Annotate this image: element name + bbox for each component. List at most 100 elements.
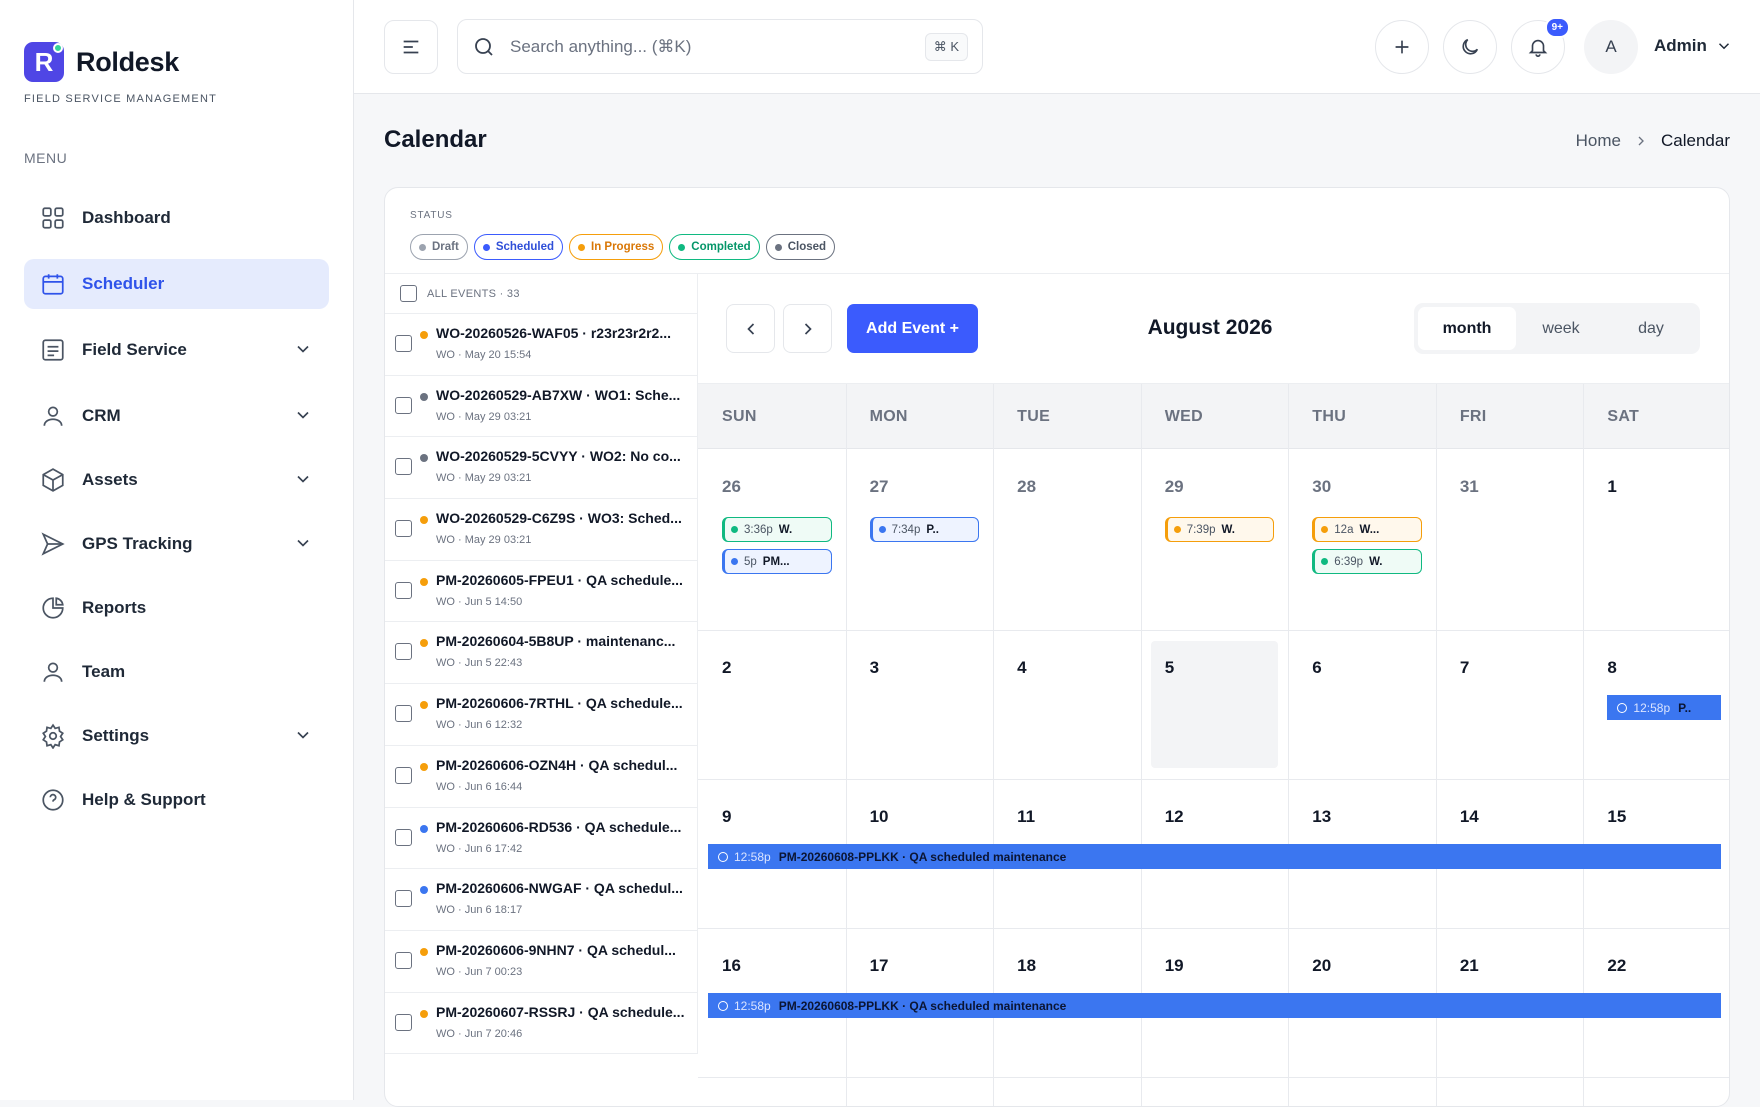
theme-toggle-button[interactable] (1443, 20, 1497, 74)
calendar-event-bar[interactable]: 12:58p PM-20260608-PPLKK · QA scheduled m… (708, 844, 1721, 869)
chevron-down-icon[interactable] (293, 533, 313, 553)
chevron-down-icon[interactable] (293, 469, 313, 489)
day-number[interactable]: 6 (1312, 658, 1321, 678)
breadcrumb-home[interactable]: Home (1576, 131, 1621, 151)
status-chip-in-progress[interactable]: In Progress (569, 234, 664, 260)
sidebar-item-gps-tracking[interactable]: GPS Tracking (24, 519, 329, 569)
calendar-event-bar[interactable]: 12:58p PM-20260608-PPLKK · QA scheduled m… (708, 993, 1721, 1018)
app-logo[interactable]: R Roldesk (24, 42, 179, 82)
day-number[interactable]: 4 (1017, 658, 1026, 678)
day-number[interactable]: 15 (1607, 807, 1626, 827)
chevron-down-icon (1718, 43, 1729, 50)
add-button[interactable] (1375, 20, 1429, 74)
event-list-item[interactable]: PM-20260606-NWGAF · QA schedul... WO · Ju… (385, 869, 697, 931)
day-number[interactable]: 9 (722, 807, 731, 827)
day-number[interactable]: 20 (1312, 956, 1331, 976)
day-number[interactable]: 1 (1607, 477, 1616, 497)
event-checkbox[interactable] (395, 705, 412, 723)
sidebar-item-dashboard[interactable]: Dashboard (24, 193, 329, 243)
day-number[interactable]: 19 (1165, 956, 1184, 976)
event-checkbox[interactable] (395, 1013, 412, 1031)
status-chip-closed[interactable]: Closed (765, 234, 836, 260)
day-number[interactable]: 14 (1460, 807, 1479, 827)
event-list-item[interactable]: PM-20260606-7RTHL · QA schedule... WO · J… (385, 684, 697, 746)
prev-month-button[interactable] (726, 304, 775, 353)
event-list-item[interactable]: PM-20260604-5B8UP · maintenanc... WO · Ju… (385, 622, 697, 685)
sidebar-item-help-support[interactable]: Help & Support (24, 775, 329, 825)
event-list-item[interactable]: WO-20260529-C6Z9S · WO3: Sched... WO · Ma… (385, 499, 697, 561)
calendar-event[interactable]: 12a W... (1312, 517, 1422, 542)
status-chip-completed[interactable]: Completed (669, 234, 760, 260)
day-number[interactable]: 13 (1312, 807, 1331, 827)
event-checkbox[interactable] (395, 643, 412, 661)
event-list-item[interactable]: WO-20260529-5CVYY · WO2: No co... WO · Ma… (385, 437, 697, 500)
day-number[interactable]: 12 (1165, 807, 1184, 827)
day-number[interactable]: 31 (1460, 477, 1479, 497)
day-number[interactable]: 17 (870, 956, 889, 976)
event-list-item[interactable]: WO-20260526-WAF05 · r23r23r2r2... WO · Ma… (385, 314, 697, 376)
sidebar-item-reports[interactable]: Reports (24, 583, 329, 633)
avatar[interactable]: A (1584, 20, 1638, 74)
day-number[interactable]: 3 (870, 658, 879, 678)
day-number[interactable]: 26 (722, 477, 741, 497)
status-chip-draft[interactable]: Draft (410, 234, 468, 260)
notifications-button[interactable]: 9+ (1511, 17, 1570, 74)
view-month-button[interactable]: month (1418, 307, 1516, 350)
status-chip-scheduled[interactable]: Scheduled (473, 234, 563, 260)
event-list-item[interactable]: WO-20260529-AB7XW · WO1: Sche... WO · May… (385, 376, 697, 438)
event-subtitle: WO · Jun 6 17:42 (436, 842, 523, 855)
day-number[interactable]: 11 (1017, 807, 1035, 827)
event-list-item[interactable]: PM-20260606-RD536 · QA schedule... WO · J… (385, 808, 697, 870)
event-checkbox[interactable] (395, 520, 412, 538)
sidebar-item-assets[interactable]: Assets (24, 455, 329, 505)
day-number[interactable]: 27 (870, 477, 889, 497)
sidebar-item-field-service[interactable]: Field Service (24, 325, 329, 375)
view-week-button[interactable]: week (1516, 307, 1606, 350)
day-number[interactable]: 30 (1312, 477, 1331, 497)
event-checkbox[interactable] (395, 581, 412, 599)
day-number[interactable]: 28 (1017, 477, 1036, 497)
chevron-down-icon[interactable] (293, 405, 313, 425)
event-checkbox[interactable] (395, 458, 412, 476)
day-number[interactable]: 8 (1607, 658, 1616, 678)
calendar-event[interactable]: 6:39p W. (1312, 549, 1422, 574)
sidebar-item-crm[interactable]: CRM (24, 391, 329, 441)
calendar-event[interactable]: 3:36p W. (722, 517, 832, 542)
search-bar[interactable]: ⌘ K (457, 19, 983, 74)
chevron-down-icon[interactable] (293, 725, 313, 745)
user-menu[interactable]: Admin (1654, 36, 1733, 56)
day-number[interactable]: 16 (722, 956, 741, 976)
view-day-button[interactable]: day (1606, 307, 1696, 350)
select-all-checkbox[interactable] (400, 285, 417, 302)
day-number[interactable]: 5 (1165, 658, 1174, 678)
event-list-item[interactable]: PM-20260605-FPEU1 · QA schedule... WO · J… (385, 561, 697, 623)
next-month-button[interactable] (783, 304, 832, 353)
event-list-item[interactable]: PM-20260606-9NHN7 · QA schedul... WO · Ju… (385, 931, 697, 993)
event-checkbox[interactable] (395, 396, 412, 414)
search-input[interactable] (510, 36, 925, 57)
calendar-event[interactable]: 7:34p P.. (869, 517, 980, 542)
day-number[interactable]: 21 (1460, 956, 1479, 976)
event-checkbox[interactable] (395, 951, 412, 969)
event-checkbox[interactable] (395, 890, 412, 908)
calendar-event[interactable]: 5p PM... (722, 549, 832, 574)
event-checkbox[interactable] (395, 828, 412, 846)
sidebar-item-team[interactable]: Team (24, 647, 329, 697)
sidebar-item-scheduler[interactable]: Scheduler (24, 259, 329, 309)
event-list-item[interactable]: PM-20260606-OZN4H · QA schedul... WO · Ju… (385, 746, 697, 808)
day-number[interactable]: 2 (722, 658, 731, 678)
day-number[interactable]: 29 (1165, 477, 1184, 497)
day-number[interactable]: 22 (1607, 956, 1626, 976)
sidebar-item-settings[interactable]: Settings (24, 711, 329, 761)
calendar-event[interactable]: 7:39p W. (1164, 517, 1275, 542)
day-number[interactable]: 10 (870, 807, 889, 827)
chevron-down-icon[interactable] (293, 339, 313, 359)
day-number[interactable]: 18 (1017, 956, 1036, 976)
event-list-item[interactable]: PM-20260607-RSSRJ · QA schedule... WO · J… (385, 993, 697, 1055)
event-checkbox[interactable] (395, 766, 412, 784)
menu-toggle-button[interactable] (384, 20, 438, 74)
add-event-button[interactable]: Add Event + (847, 304, 978, 353)
event-checkbox[interactable] (395, 335, 412, 352)
day-number[interactable]: 7 (1460, 658, 1469, 678)
calendar-event-bar[interactable]: 12:58p P.. (1607, 695, 1721, 720)
